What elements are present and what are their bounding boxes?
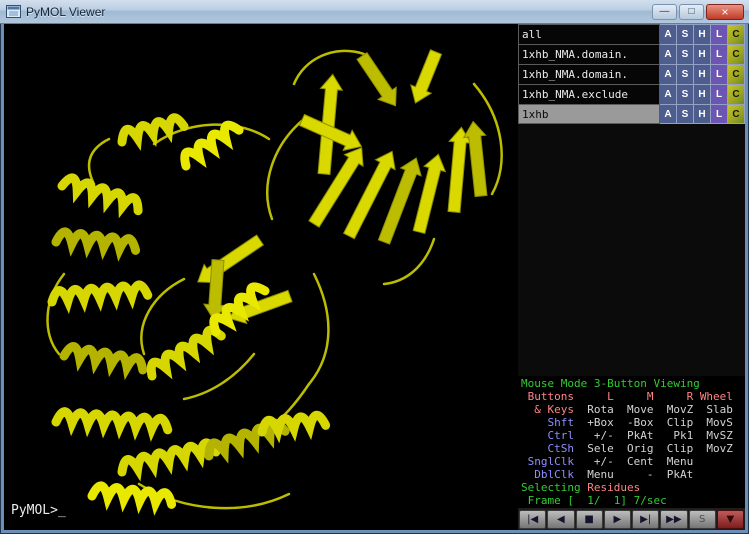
- action-button[interactable]: A: [660, 104, 677, 124]
- frame-line: Frame [ 1/ 1] 7/sec: [521, 494, 745, 507]
- go-to-end-button[interactable]: ▶▶: [660, 510, 687, 529]
- show-button[interactable]: S: [677, 84, 694, 104]
- show-button[interactable]: S: [677, 44, 694, 64]
- color-button[interactable]: C: [728, 44, 745, 64]
- object-name[interactable]: 1xhb_NMA.domain.: [518, 64, 660, 84]
- loops-group: [48, 51, 502, 508]
- hide-button[interactable]: H: [694, 84, 711, 104]
- object-row-all: all A S H L C: [518, 24, 745, 44]
- go-to-start-button[interactable]: |◀: [519, 510, 546, 529]
- mouse-row: DblClk Menu - PkAt: [521, 468, 745, 481]
- color-button[interactable]: C: [728, 84, 745, 104]
- hide-button[interactable]: H: [694, 104, 711, 124]
- label-button[interactable]: L: [711, 84, 728, 104]
- window-controls: — □ ×: [652, 4, 744, 20]
- mouse-mode-title[interactable]: Mouse Mode 3-Button Viewing: [521, 377, 745, 390]
- hide-button[interactable]: H: [694, 44, 711, 64]
- object-name[interactable]: 1xhb_NMA.domain.: [518, 44, 660, 64]
- action-button[interactable]: A: [660, 24, 677, 44]
- label-button[interactable]: L: [711, 24, 728, 44]
- sidebar-background: [518, 124, 745, 376]
- hide-button[interactable]: H: [694, 24, 711, 44]
- object-row: 1xhb_NMA.domain. A S H L C: [518, 44, 745, 64]
- control-panel: all A S H L C 1xhb_NMA.domain. A S H L C…: [518, 24, 745, 530]
- mouse-row: & Keys Rota Move MovZ Slab: [521, 403, 745, 416]
- mouse-mode-panel: Mouse Mode 3-Button Viewing Buttons L M …: [518, 376, 745, 508]
- play-button[interactable]: ▶: [604, 510, 631, 529]
- action-button[interactable]: A: [660, 64, 677, 84]
- beta-sheets-group: [192, 48, 492, 329]
- label-button[interactable]: L: [711, 44, 728, 64]
- show-button[interactable]: S: [677, 64, 694, 84]
- action-button[interactable]: A: [660, 44, 677, 64]
- window-title: PyMOL Viewer: [26, 5, 105, 19]
- movie-controls: |◀ ◀ ■ ▶ ▶| ▶▶ S ▼: [518, 508, 745, 530]
- color-button[interactable]: C: [728, 24, 745, 44]
- mouse-row: Buttons L M R Wheel: [521, 390, 745, 403]
- color-button[interactable]: C: [728, 64, 745, 84]
- show-button[interactable]: S: [677, 104, 694, 124]
- mouse-row: SnglClk +/- Cent Menu: [521, 455, 745, 468]
- object-row: 1xhb_NMA.exclude A S H L C: [518, 84, 745, 104]
- mouse-row: Ctrl +/- PkAt Pk1 MvSZ: [521, 429, 745, 442]
- hide-button[interactable]: H: [694, 64, 711, 84]
- stop-button[interactable]: ■: [576, 510, 603, 529]
- object-name[interactable]: 1xhb_NMA.exclude: [518, 84, 660, 104]
- selecting-line[interactable]: Selecting Residues: [521, 481, 745, 494]
- mouse-row: CtSh Sele Orig Clip MovZ: [521, 442, 745, 455]
- minimize-button[interactable]: —: [652, 4, 677, 20]
- mouse-row: Shft +Box -Box Clip MovS: [521, 416, 745, 429]
- viewport-3d[interactable]: PyMOL>_: [4, 24, 518, 530]
- show-button[interactable]: S: [677, 24, 694, 44]
- label-button[interactable]: L: [711, 64, 728, 84]
- hide-panel-button[interactable]: ▼: [717, 510, 744, 529]
- pymol-window: PyMOL Viewer — □ ×: [0, 0, 749, 534]
- object-row-selected: 1xhb A S H L C: [518, 104, 745, 124]
- alpha-helices-group: [51, 116, 325, 505]
- close-button[interactable]: ×: [706, 4, 744, 20]
- main-content: PyMOL>_ all A S H L C 1xhb_NMA.domain. A…: [4, 24, 745, 530]
- scene-button[interactable]: S: [689, 510, 716, 529]
- titlebar[interactable]: PyMOL Viewer — □ ×: [0, 0, 749, 24]
- color-button[interactable]: C: [728, 104, 745, 124]
- step-forward-button[interactable]: ▶|: [632, 510, 659, 529]
- object-name[interactable]: all: [518, 24, 660, 44]
- command-prompt[interactable]: PyMOL>_: [11, 503, 66, 518]
- object-name[interactable]: 1xhb: [518, 104, 660, 124]
- step-back-button[interactable]: ◀: [547, 510, 574, 529]
- object-row: 1xhb_NMA.domain. A S H L C: [518, 64, 745, 84]
- label-button[interactable]: L: [711, 104, 728, 124]
- object-list: all A S H L C 1xhb_NMA.domain. A S H L C…: [518, 24, 745, 124]
- maximize-button[interactable]: □: [679, 4, 704, 20]
- app-icon: [6, 5, 21, 18]
- protein-structure: [4, 24, 518, 530]
- action-button[interactable]: A: [660, 84, 677, 104]
